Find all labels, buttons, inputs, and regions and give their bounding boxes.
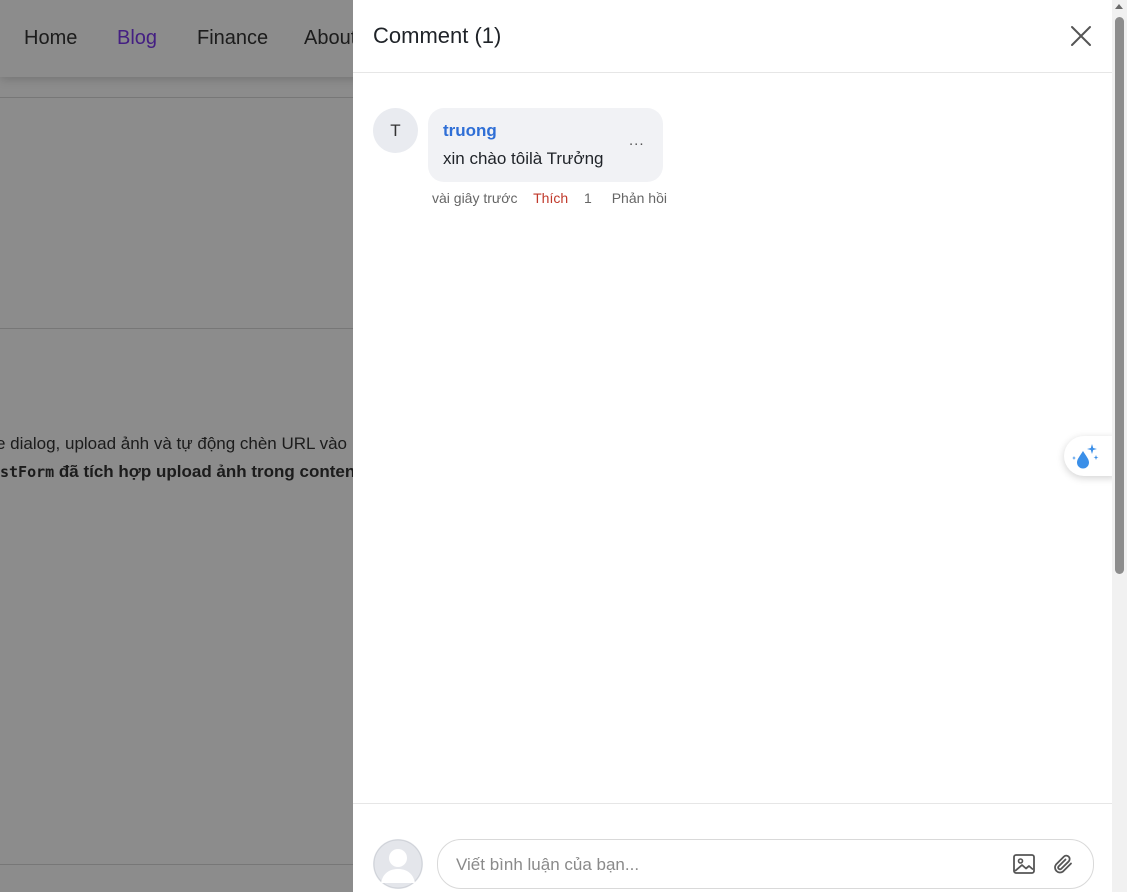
reply-button[interactable]: Phản hồi [612, 190, 667, 206]
like-count: 1 [584, 190, 592, 206]
user-icon [373, 839, 423, 889]
more-options-button[interactable]: ... [629, 132, 645, 149]
attach-file-button[interactable] [1051, 852, 1075, 876]
comment-text: xin chào tôilà Trưởng [443, 149, 604, 168]
avatar: T [373, 108, 418, 153]
scroll-up-arrow-icon[interactable] [1115, 4, 1123, 9]
comment-drawer: Comment (1) T truong xin chào tôilà Trưở… [353, 0, 1116, 893]
comment-time: vài giây trước [432, 190, 518, 206]
upload-image-button[interactable] [1012, 852, 1036, 876]
floating-action-button[interactable] [1064, 436, 1116, 476]
comment-meta: vài giây trước Thích 1 Phản hồi [432, 190, 679, 206]
close-button[interactable] [1069, 24, 1093, 48]
user-avatar [373, 839, 423, 889]
close-icon [1071, 26, 1091, 46]
comment-author[interactable]: truong [443, 121, 497, 141]
image-icon [1013, 854, 1035, 874]
paperclip-icon [1054, 854, 1072, 874]
comment-composer [353, 803, 1112, 893]
scrollbar-thumb[interactable] [1115, 17, 1124, 574]
comment-bubble: truong xin chào tôilà Trưởng ... [428, 108, 663, 182]
comment-input[interactable] [454, 852, 998, 878]
drawer-title: Comment (1) [373, 23, 502, 48]
comment-input-container [437, 839, 1094, 889]
drawer-header: Comment (1) [353, 0, 1112, 73]
sparkle-drop-icon [1072, 444, 1099, 469]
like-button[interactable]: Thích [533, 190, 568, 206]
scrollbar[interactable] [1112, 0, 1127, 892]
